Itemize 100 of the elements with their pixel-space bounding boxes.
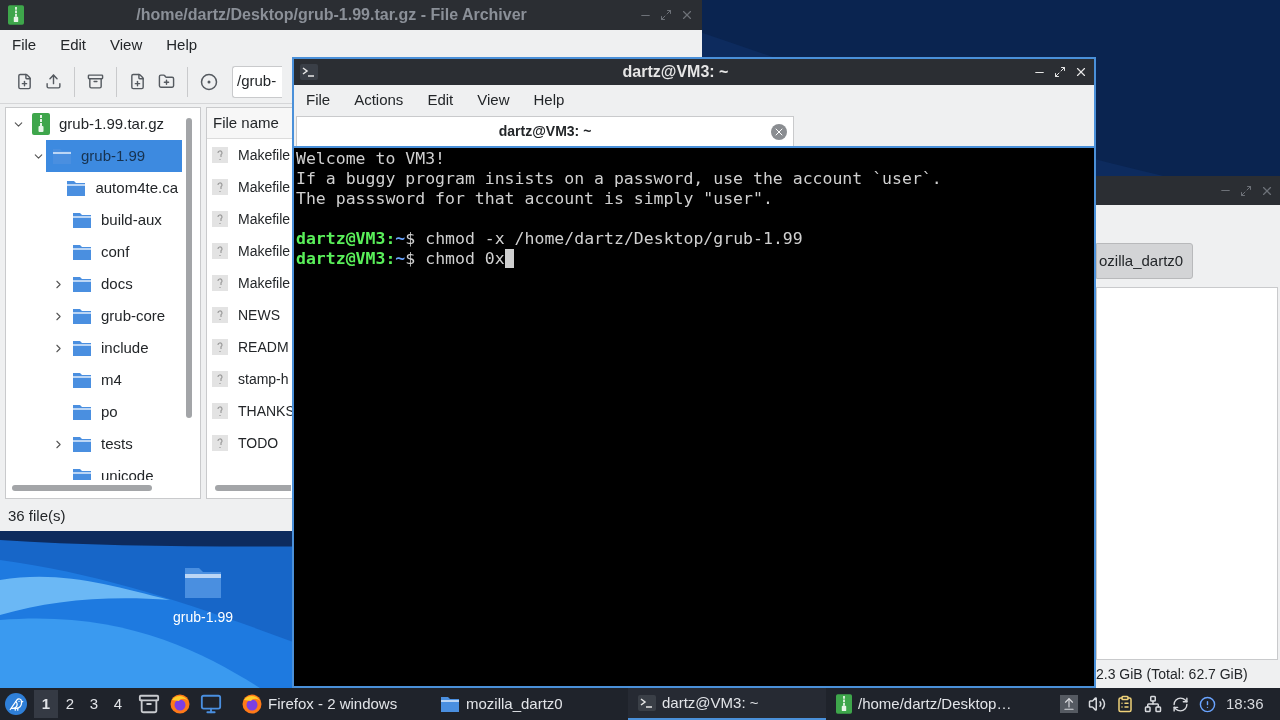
- folder-icon: [72, 339, 92, 357]
- alert-icon[interactable]: [1199, 695, 1216, 713]
- unknown-file-icon: [212, 435, 228, 451]
- task-button[interactable]: /home/dartz/Desktop…: [826, 688, 1024, 720]
- unknown-file-icon: [212, 339, 228, 355]
- archive-icon: [836, 694, 852, 714]
- scrollbar[interactable]: [12, 485, 152, 491]
- tree-item[interactable]: m4: [66, 364, 128, 396]
- unknown-file-icon: [212, 307, 228, 323]
- terminal-line: Welcome to VM3!: [296, 149, 446, 169]
- update-icon[interactable]: [1172, 695, 1189, 713]
- close-icon[interactable]: [1074, 65, 1088, 79]
- bird-icon: [8, 696, 24, 712]
- firefox-icon: [242, 694, 262, 714]
- menu-item[interactable]: File: [12, 33, 37, 57]
- unknown-file-icon: [212, 403, 228, 419]
- tree-item-label: grub-1.99: [81, 145, 146, 166]
- terminal-command: chmod -x /home/dartz/Desktop/grub-1.99: [425, 229, 803, 249]
- desktop-icon[interactable]: [200, 693, 222, 715]
- archive-box-icon[interactable]: [87, 73, 104, 90]
- column-header[interactable]: File name: [207, 108, 293, 139]
- scrollbar[interactable]: [186, 118, 192, 418]
- tree-item-label: conf: [101, 241, 130, 262]
- file-name[interactable]: stamp-h: [238, 368, 289, 390]
- menu-item[interactable]: Actions: [354, 89, 404, 112]
- workspace-button[interactable]: 2: [58, 690, 82, 718]
- workspace-button[interactable]: 4: [106, 690, 130, 718]
- unknown-file-icon: [212, 147, 228, 163]
- unknown-file-icon: [212, 179, 228, 195]
- tree-item[interactable]: conf: [66, 236, 136, 268]
- tree-item-label: include: [101, 337, 149, 358]
- file-name[interactable]: NEWS: [238, 304, 280, 326]
- clipboard-icon[interactable]: [1116, 695, 1134, 713]
- file-name[interactable]: Makefile: [238, 208, 291, 230]
- tree-item[interactable]: grub-1.99.tar.gz: [26, 108, 171, 140]
- status-text: 36 file(s): [8, 505, 66, 526]
- tree-item[interactable]: grub-1.99: [46, 140, 182, 172]
- folder-icon: [440, 695, 460, 713]
- location-field[interactable]: /grub-: [232, 65, 282, 98]
- tree-item[interactable]: grub-core: [66, 300, 172, 332]
- task-button[interactable]: Firefox - 2 windows: [232, 688, 430, 720]
- tree-item-label: grub-1.99.tar.gz: [59, 113, 165, 134]
- firefox-icon: [170, 694, 190, 714]
- file-name[interactable]: READM: [238, 336, 289, 358]
- unknown-file-icon: [212, 275, 228, 291]
- tree-item-label: build-aux: [101, 209, 162, 230]
- task-button[interactable]: mozilla_dartz0: [430, 688, 628, 720]
- file-name[interactable]: Makefile: [238, 144, 291, 166]
- menu-item[interactable]: Edit: [427, 89, 454, 112]
- unknown-file-icon: [212, 243, 228, 259]
- desktop-icon-label[interactable]: grub-1.99: [173, 607, 233, 628]
- terminal-tab[interactable]: dartz@VM3: ~: [296, 116, 794, 146]
- prompt-symbol: $: [405, 249, 416, 269]
- unknown-file-icon: [212, 371, 228, 387]
- folder-icon: [72, 211, 92, 229]
- folder-icon: [72, 403, 92, 421]
- scrollbar[interactable]: [215, 485, 291, 491]
- menu-item[interactable]: View: [477, 89, 510, 112]
- tree-item[interactable]: po: [66, 396, 124, 428]
- tree-item[interactable]: build-aux: [66, 204, 168, 236]
- tree-item[interactable]: autom4te.ca: [60, 172, 184, 204]
- tree-item-label: grub-core: [101, 305, 166, 326]
- file-cabinet-icon[interactable]: [138, 693, 160, 715]
- task-button[interactable]: dartz@VM3: ~: [628, 688, 826, 720]
- workspace-button[interactable]: 1: [34, 690, 58, 718]
- menu-item[interactable]: Edit: [60, 33, 87, 57]
- clock[interactable]: 18:36: [1226, 692, 1264, 716]
- file-name[interactable]: TODO: [238, 432, 279, 454]
- tree-item[interactable]: docs: [66, 268, 139, 300]
- archive-icon: [8, 5, 24, 25]
- tab-close-icon[interactable]: [771, 123, 787, 140]
- tree-item-label: docs: [101, 273, 133, 294]
- path-button[interactable]: ozilla_dartz0: [1096, 243, 1193, 279]
- prompt-user: dartz@VM3:: [296, 249, 396, 269]
- file-name[interactable]: Makefile: [238, 176, 291, 198]
- start-menu-button[interactable]: [5, 693, 27, 715]
- menu-item[interactable]: Help: [533, 89, 565, 112]
- add-file-icon[interactable]: [129, 73, 146, 90]
- file-name[interactable]: Makefile: [238, 240, 291, 262]
- terminal-icon: [638, 695, 656, 711]
- prompt-symbol: $: [405, 229, 416, 249]
- menu-item[interactable]: Help: [166, 33, 198, 57]
- menu-item[interactable]: File: [306, 89, 331, 112]
- window-title: /home/dartz/Desktop/grub-1.99.tar.gz - File Archiver: [135, 5, 528, 25]
- terminal-command: chmod 0x: [425, 249, 505, 269]
- tree-item[interactable]: tests: [66, 428, 139, 460]
- tree-item[interactable]: include: [66, 332, 155, 364]
- window-title: dartz@VM3: ~: [621, 62, 730, 82]
- prompt-path: ~: [395, 249, 406, 269]
- eject-icon[interactable]: [1060, 695, 1078, 713]
- menu-item[interactable]: View: [110, 33, 143, 57]
- volume-icon[interactable]: [1088, 695, 1106, 713]
- maximize-icon[interactable]: [1054, 66, 1066, 78]
- stop-icon[interactable]: [200, 72, 218, 91]
- file-name[interactable]: Makefile: [238, 272, 291, 294]
- add-folder-icon[interactable]: [158, 73, 175, 90]
- extract-icon[interactable]: [45, 73, 62, 90]
- workspace-button[interactable]: 3: [82, 690, 106, 718]
- new-archive-icon[interactable]: [16, 73, 33, 90]
- network-icon[interactable]: [1144, 695, 1162, 713]
